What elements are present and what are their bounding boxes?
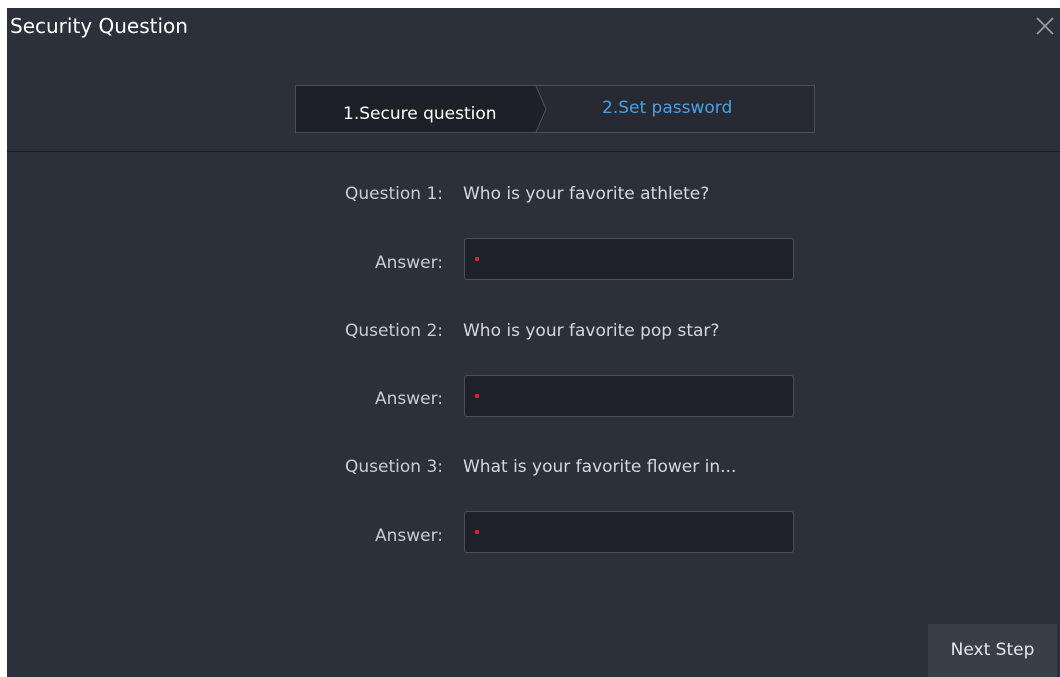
step-2-label: 2.Set password: [602, 98, 733, 118]
required-marker: [475, 530, 479, 534]
answer-2-label: Answer:: [374, 389, 443, 409]
question-3-label: Qusetion 3:: [345, 457, 443, 477]
required-marker: [475, 257, 479, 261]
security-question-dialog: Security Question 1.Secure question 2.Se…: [7, 8, 1060, 677]
answer-1-input[interactable]: [464, 238, 794, 280]
answer-3-label: Answer:: [374, 526, 443, 546]
question-2-label: Qusetion 2:: [345, 321, 443, 341]
divider: [7, 151, 1060, 152]
required-marker: [475, 394, 479, 398]
step-indicator: 1.Secure question 2.Set password: [295, 85, 815, 133]
close-icon[interactable]: [1034, 15, 1056, 37]
step-1-label: 1.Secure question: [343, 104, 497, 124]
next-step-button[interactable]: Next Step: [928, 624, 1057, 677]
question-1-text: Who is your favorite athlete?: [463, 184, 710, 204]
dialog-title: Security Question: [10, 14, 188, 38]
question-1-label: Question 1:: [345, 184, 443, 204]
question-3-text: What is your favorite flower in...: [463, 457, 737, 477]
answer-3-input[interactable]: [464, 511, 794, 553]
answer-2-input[interactable]: [464, 375, 794, 417]
question-2-text: Who is your favorite pop star?: [463, 321, 720, 341]
answer-1-label: Answer:: [374, 253, 443, 273]
